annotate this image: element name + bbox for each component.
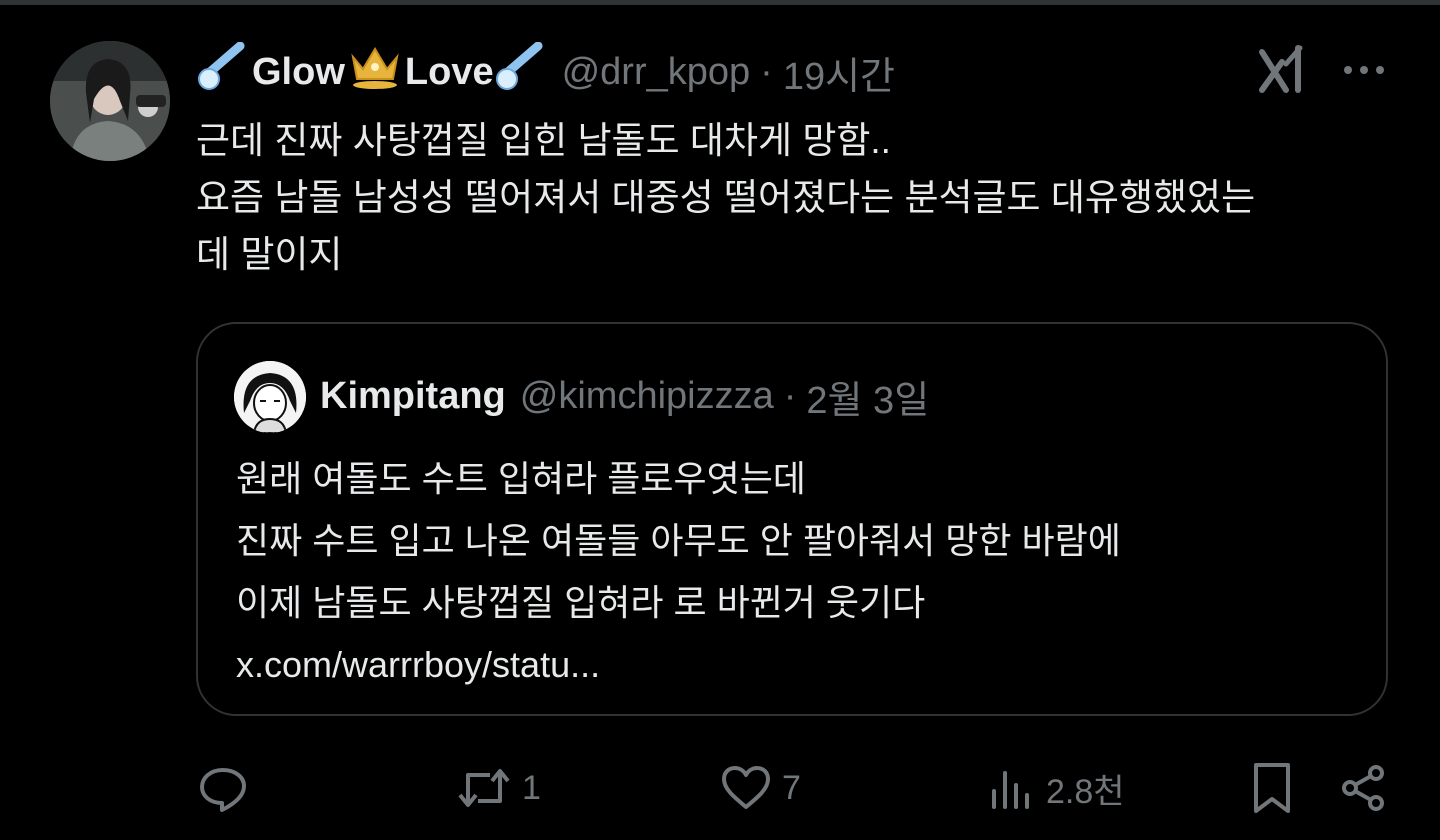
separator-dot: · bbox=[783, 374, 797, 417]
quoted-text-line: 원래 여돌도 수트 입혀라 플로우엿는데 bbox=[236, 458, 806, 499]
like-count: 7 bbox=[782, 768, 801, 807]
display-name-part-1: Glow bbox=[252, 50, 345, 93]
bookmark-icon bbox=[1248, 761, 1296, 815]
like-button[interactable]: 7 bbox=[720, 748, 801, 828]
tweet-text-line: 데 말이지 bbox=[196, 234, 343, 275]
quoted-author-handle[interactable]: @kimchipizzza bbox=[520, 375, 774, 418]
tweet-header: Glow Love @drr_kpop · 19시간 bbox=[196, 41, 895, 102]
quoted-author-avatar[interactable] bbox=[234, 361, 306, 433]
share-icon bbox=[1338, 763, 1388, 813]
views-icon bbox=[986, 763, 1036, 813]
tweet-text-line: 근데 진짜 사탕껍질 입힌 남돌도 대차게 망함.. bbox=[196, 120, 891, 161]
views-count: 2.8천 bbox=[1046, 772, 1125, 811]
tweet-timestamp[interactable]: 19시간 bbox=[783, 45, 895, 100]
quoted-tweet-timestamp[interactable]: 2월 3일 bbox=[806, 369, 929, 424]
more-icon[interactable] bbox=[1340, 58, 1388, 82]
retweet-icon bbox=[456, 763, 512, 813]
tweet-text-line: 요즘 남돌 남성성 떨어져서 대중성 떨어졌다는 분석글도 대유행했었는 bbox=[196, 177, 1256, 218]
share-button[interactable] bbox=[1338, 748, 1388, 828]
retweet-count: 1 bbox=[522, 768, 541, 807]
quoted-tweet-text: 원래 여돌도 수트 입혀라 플로우엿는데 진짜 수트 입고 나온 여돌들 아무도… bbox=[236, 448, 1356, 696]
like-icon bbox=[720, 763, 772, 813]
author-display-name[interactable]: Glow Love bbox=[196, 41, 544, 102]
quoted-author-display-name[interactable]: Kimpitang bbox=[320, 375, 506, 418]
quoted-text-line: 이제 남돌도 사탕껍질 입혀라 로 바뀐거 웃기다 bbox=[236, 582, 926, 623]
bookmark-button[interactable] bbox=[1248, 748, 1296, 828]
quoted-text-line: 진짜 수트 입고 나온 여돌들 아무도 안 팔아줘서 망한 바람에 bbox=[236, 520, 1121, 561]
retweet-button[interactable]: 1 bbox=[456, 748, 541, 828]
quoted-link[interactable]: x.com/warrrboy/statu... bbox=[236, 634, 1356, 696]
quoted-tweet-header: Kimpitang @kimchipizzza · 2월 3일 bbox=[320, 366, 929, 426]
tweet-text: 근데 진짜 사탕껍질 입힌 남돌도 대차게 망함.. 요즘 남돌 남성성 떨어져… bbox=[196, 112, 1396, 283]
author-avatar[interactable] bbox=[50, 41, 170, 161]
separator-dot: · bbox=[760, 50, 773, 93]
crown-icon bbox=[347, 43, 403, 101]
reply-icon bbox=[198, 763, 248, 813]
reply-button[interactable] bbox=[198, 748, 258, 828]
top-divider bbox=[0, 0, 1440, 5]
comet-icon bbox=[196, 41, 246, 102]
views-button[interactable]: 2.8천 bbox=[986, 748, 1125, 828]
xai-icon[interactable] bbox=[1258, 44, 1308, 94]
author-handle[interactable]: @drr_kpop bbox=[562, 51, 751, 94]
comet-icon bbox=[494, 41, 544, 102]
display-name-part-2: Love bbox=[404, 50, 494, 93]
quoted-tweet-card[interactable]: Kimpitang @kimchipizzza · 2월 3일 원래 여돌도 수… bbox=[196, 322, 1388, 716]
tweet-action-bar: 1 7 2.8천 bbox=[0, 748, 1440, 828]
